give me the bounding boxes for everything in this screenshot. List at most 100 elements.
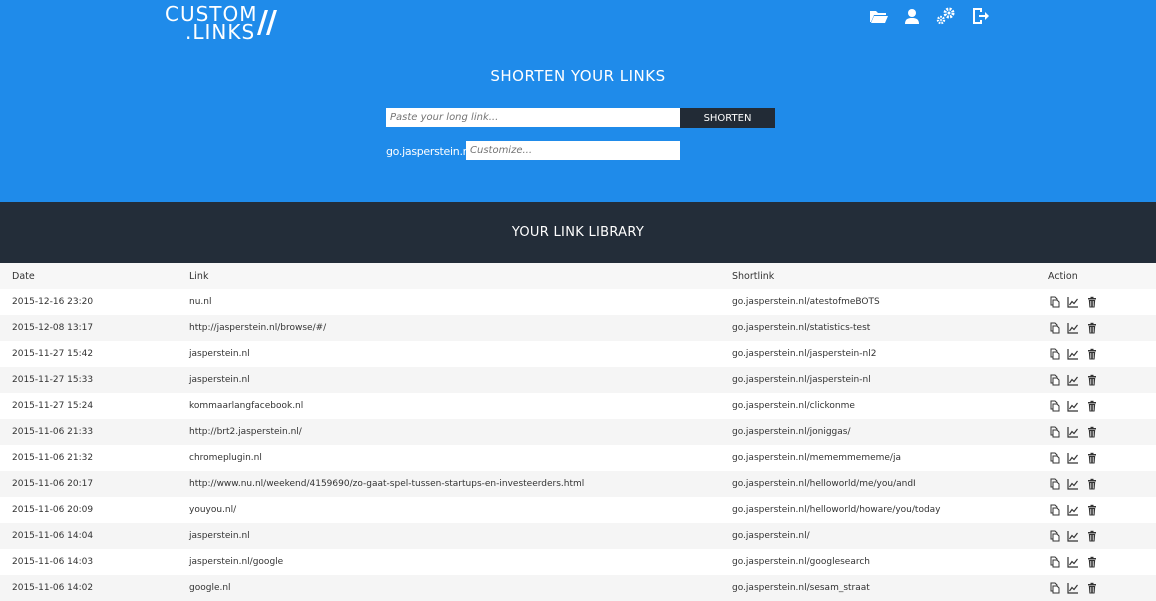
trash-icon[interactable] — [1086, 322, 1098, 334]
copy-icon[interactable] — [1048, 348, 1060, 360]
row-actions — [1036, 549, 1156, 575]
row-actions — [1036, 367, 1156, 393]
table-row: 2015-11-06 14:02 google.nl go.jasperstein.… — [0, 575, 1156, 601]
row-link[interactable]: chromeplugin.nl — [177, 445, 720, 471]
trash-icon[interactable] — [1086, 348, 1098, 360]
row-shortlink[interactable]: go.jasperstein.nl/jasperstein-nl — [720, 367, 1036, 393]
folder-icon[interactable] — [868, 6, 888, 26]
row-link[interactable]: jasperstein.nl — [177, 341, 720, 367]
copy-icon[interactable] — [1048, 452, 1060, 464]
stats-icon[interactable] — [1067, 556, 1079, 568]
links-table: Date Link Shortlink Action 2015-12-16 23… — [0, 263, 1156, 601]
table-row: 2015-11-27 15:42 jasperstein.nl go.jaspers… — [0, 341, 1156, 367]
copy-icon[interactable] — [1048, 426, 1060, 438]
row-date: 2015-11-27 15:24 — [0, 393, 177, 419]
settings-icon[interactable] — [936, 6, 956, 26]
stats-icon[interactable] — [1067, 296, 1079, 308]
library-title: YOUR LINK LIBRARY — [511, 225, 645, 240]
stats-icon[interactable] — [1067, 348, 1079, 360]
row-link[interactable]: jasperstein.nl/google — [177, 549, 720, 575]
row-date: 2015-12-16 23:20 — [0, 289, 177, 315]
row-shortlink[interactable]: go.jasperstein.nl/mememmememe/ja — [720, 445, 1036, 471]
stats-icon[interactable] — [1067, 452, 1079, 464]
row-shortlink[interactable]: go.jasperstein.nl/sesam_straat — [720, 575, 1036, 601]
trash-icon[interactable] — [1086, 556, 1098, 568]
table-row: 2015-12-08 13:17 http://jasperstein.nl/br… — [0, 315, 1156, 341]
copy-icon[interactable] — [1048, 478, 1060, 490]
row-shortlink[interactable]: go.jasperstein.nl/ — [720, 523, 1036, 549]
stats-icon[interactable] — [1067, 582, 1079, 594]
table-row: 2015-11-27 15:24 kommaarlangfacebook.nl go… — [0, 393, 1156, 419]
row-date: 2015-11-06 21:32 — [0, 445, 177, 471]
table-row: 2015-12-16 23:20 nu.nl go.jasperstein.nl/a… — [0, 289, 1156, 315]
stats-icon[interactable] — [1067, 530, 1079, 542]
trash-icon[interactable] — [1086, 452, 1098, 464]
table-row: 2015-11-06 14:03 jasperstein.nl/google go.… — [0, 549, 1156, 575]
row-shortlink[interactable]: go.jasperstein.nl/statistics-test — [720, 315, 1036, 341]
copy-icon[interactable] — [1048, 504, 1060, 516]
hero-title: SHORTEN YOUR LINKS — [490, 67, 666, 85]
row-actions — [1036, 445, 1156, 471]
user-icon[interactable] — [902, 6, 922, 26]
customize-input[interactable] — [466, 141, 680, 160]
row-link[interactable]: http://jasperstein.nl/browse/#/ — [177, 315, 720, 341]
trash-icon[interactable] — [1086, 478, 1098, 490]
stats-icon[interactable] — [1067, 322, 1079, 334]
trash-icon[interactable] — [1086, 296, 1098, 308]
row-shortlink[interactable]: go.jasperstein.nl/helloworld/howare/you/… — [720, 497, 1036, 523]
stats-icon[interactable] — [1067, 374, 1079, 386]
row-shortlink[interactable]: go.jasperstein.nl/jasperstein-nl2 — [720, 341, 1036, 367]
table-row: 2015-11-06 20:09 youyou.nl/go.jasperstein… — [0, 497, 1156, 523]
copy-icon[interactable] — [1048, 296, 1060, 308]
row-shortlink[interactable]: go.jasperstein.nl/helloworld/me/you/andI — [720, 471, 1036, 497]
row-date: 2015-11-06 14:03 — [0, 549, 177, 575]
row-date: 2015-11-06 20:09 — [0, 497, 177, 523]
row-shortlink[interactable]: go.jasperstein.nl/googlesearch — [720, 549, 1036, 575]
row-link[interactable]: http://brt2.jasperstein.nl/ — [177, 419, 720, 445]
row-actions — [1036, 315, 1156, 341]
logo[interactable]: CUSTOM .LINKS // — [165, 4, 277, 44]
trash-icon[interactable] — [1086, 426, 1098, 438]
copy-icon[interactable] — [1048, 556, 1060, 568]
row-date: 2015-11-06 14:02 — [0, 575, 177, 601]
logo-line2: .LINKS — [185, 20, 256, 44]
copy-icon[interactable] — [1048, 530, 1060, 542]
logout-icon[interactable] — [970, 6, 990, 26]
stats-icon[interactable] — [1067, 504, 1079, 516]
stats-icon[interactable] — [1067, 400, 1079, 412]
column-header-date: Date — [0, 263, 177, 289]
trash-icon[interactable] — [1086, 400, 1098, 412]
row-link[interactable]: kommaarlangfacebook.nl — [177, 393, 720, 419]
copy-icon[interactable] — [1048, 374, 1060, 386]
table-row: 2015-11-06 14:04 jasperstein.nl go.jaspers… — [0, 523, 1156, 549]
copy-icon[interactable] — [1048, 582, 1060, 594]
row-link[interactable]: youyou.nl/ — [177, 497, 720, 523]
column-header-link: Link — [177, 263, 720, 289]
stats-icon[interactable] — [1067, 478, 1079, 490]
row-actions — [1036, 575, 1156, 601]
row-link[interactable]: jasperstein.nl — [177, 367, 720, 393]
copy-icon[interactable] — [1048, 400, 1060, 412]
row-link[interactable]: jasperstein.nl — [177, 523, 720, 549]
trash-icon[interactable] — [1086, 374, 1098, 386]
logo-slashes: // — [257, 5, 277, 40]
copy-icon[interactable] — [1048, 322, 1060, 334]
row-shortlink[interactable]: go.jasperstein.nl/clickonme — [720, 393, 1036, 419]
row-actions — [1036, 471, 1156, 497]
row-actions — [1036, 497, 1156, 523]
shorten-button[interactable]: SHORTEN — [680, 108, 775, 128]
top-nav — [868, 6, 990, 26]
row-shortlink[interactable]: go.jasperstein.nl/atestofmeBOTS — [720, 289, 1036, 315]
long-link-input[interactable] — [386, 108, 680, 127]
row-shortlink[interactable]: go.jasperstein.nl/joniggas/ — [720, 419, 1036, 445]
table-row: 2015-11-06 21:33 http://brt2.jasperstein.… — [0, 419, 1156, 445]
row-link[interactable]: http://www.nu.nl/weekend/4159690/zo-gaat… — [177, 471, 720, 497]
stats-icon[interactable] — [1067, 426, 1079, 438]
row-link[interactable]: nu.nl — [177, 289, 720, 315]
row-actions — [1036, 289, 1156, 315]
trash-icon[interactable] — [1086, 504, 1098, 516]
trash-icon[interactable] — [1086, 582, 1098, 594]
row-link[interactable]: google.nl — [177, 575, 720, 601]
row-date: 2015-12-08 13:17 — [0, 315, 177, 341]
trash-icon[interactable] — [1086, 530, 1098, 542]
